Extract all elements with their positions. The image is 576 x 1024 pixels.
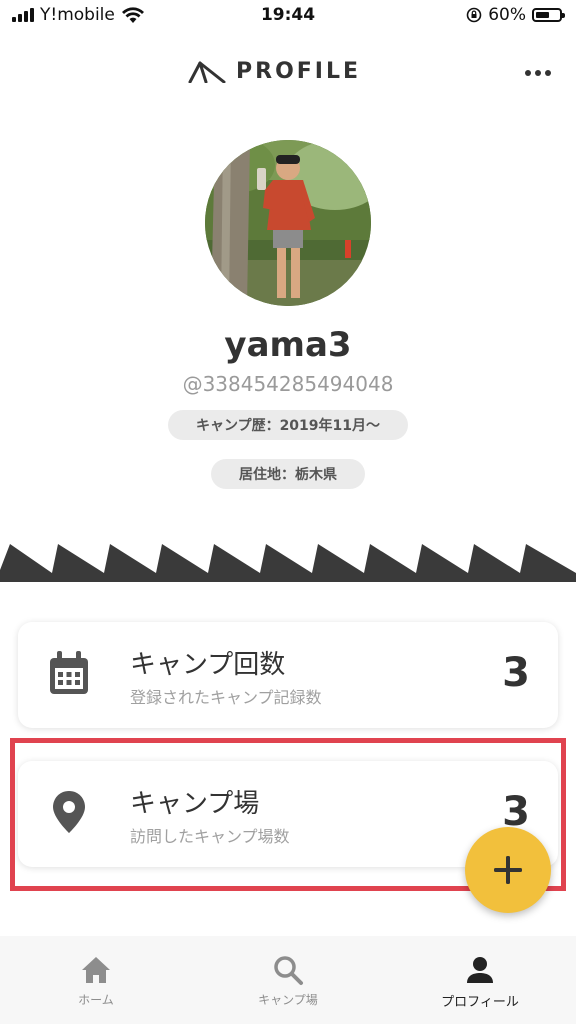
battery-icon bbox=[532, 8, 565, 22]
avatar bbox=[205, 140, 371, 306]
camp-count-card[interactable]: キャンプ回数 登録されたキャンプ記録数 3 bbox=[18, 622, 558, 728]
orientation-lock-icon bbox=[466, 7, 482, 23]
bottom-nav: ホーム キャンプ場 プロフィール bbox=[0, 936, 576, 1024]
home-icon bbox=[82, 957, 110, 983]
status-bar: Y!mobile 19:44 60% bbox=[0, 0, 576, 34]
more-icon bbox=[525, 70, 531, 76]
plus-icon bbox=[494, 856, 522, 884]
app-logo: PROFILE bbox=[188, 59, 361, 84]
camp-history-badge: キャンプ歴：2019年11月〜 bbox=[168, 410, 408, 440]
nav-profile[interactable]: プロフィール bbox=[384, 936, 576, 1024]
username: yama3 bbox=[224, 325, 352, 365]
tent-logo-icon bbox=[188, 61, 226, 83]
residence-badge: 居住地：栃木県 bbox=[211, 459, 365, 489]
status-bar-right: 60% bbox=[466, 5, 565, 25]
nav-home[interactable]: ホーム bbox=[0, 936, 192, 1024]
nav-campsite[interactable]: キャンプ場 bbox=[192, 936, 384, 1024]
nav-campsite-label: キャンプ場 bbox=[258, 993, 318, 1007]
nav-profile-label: プロフィール bbox=[441, 995, 519, 1010]
search-icon bbox=[274, 956, 303, 985]
more-button[interactable] bbox=[522, 61, 554, 85]
header: PROFILE bbox=[0, 55, 576, 95]
battery-percent: 60% bbox=[488, 5, 526, 25]
nav-home-label: ホーム bbox=[78, 993, 114, 1007]
add-button[interactable] bbox=[465, 827, 551, 913]
person-icon bbox=[467, 957, 493, 983]
calendar-icon bbox=[50, 651, 88, 694]
camp-count-title: キャンプ回数 bbox=[130, 650, 286, 680]
user-handle: @338454285494048 bbox=[182, 372, 394, 396]
zigzag-divider bbox=[0, 544, 576, 582]
camp-count-value: 3 bbox=[502, 650, 530, 696]
camp-count-subtitle: 登録されたキャンプ記録数 bbox=[130, 688, 322, 707]
page-title: PROFILE bbox=[236, 59, 362, 84]
